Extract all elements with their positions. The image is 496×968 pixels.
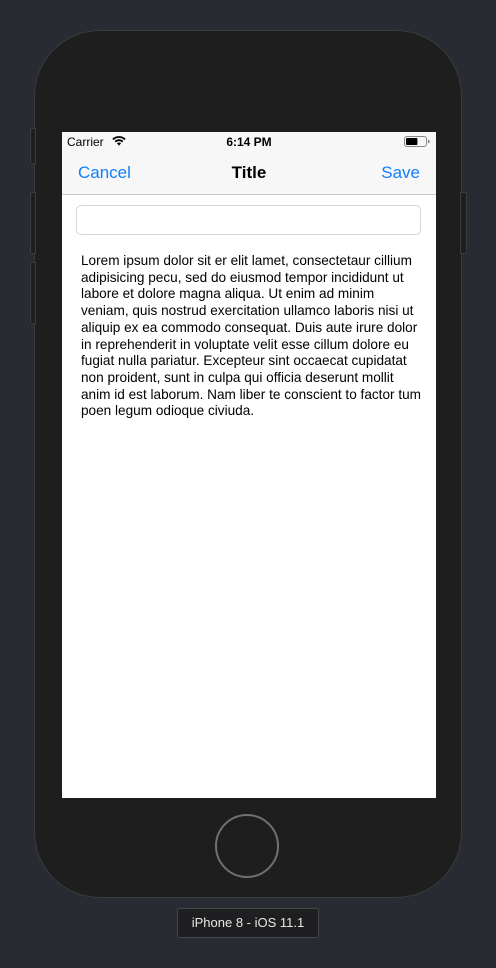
volume-up-button	[30, 192, 36, 254]
battery-icon	[404, 136, 430, 147]
body-text-view[interactable]: Lorem ipsum dolor sit er elit lamet, con…	[81, 253, 421, 420]
page-title: Title	[231, 163, 267, 182]
mute-switch	[30, 128, 36, 164]
save-button[interactable]: Save	[381, 163, 420, 183]
status-bar: Carrier 6:14 PM	[62, 132, 436, 152]
device-screen: Carrier 6:14 PM Cancel Title Save Lorem …	[62, 132, 436, 798]
device-name-label: iPhone 8 - iOS 11.1	[177, 908, 319, 938]
status-time: 6:14 PM	[226, 135, 272, 149]
volume-down-button	[30, 262, 36, 324]
navigation-bar: Cancel Title Save	[62, 152, 436, 195]
title-input[interactable]	[76, 205, 421, 235]
home-button[interactable]	[215, 814, 279, 878]
power-button	[460, 192, 467, 254]
